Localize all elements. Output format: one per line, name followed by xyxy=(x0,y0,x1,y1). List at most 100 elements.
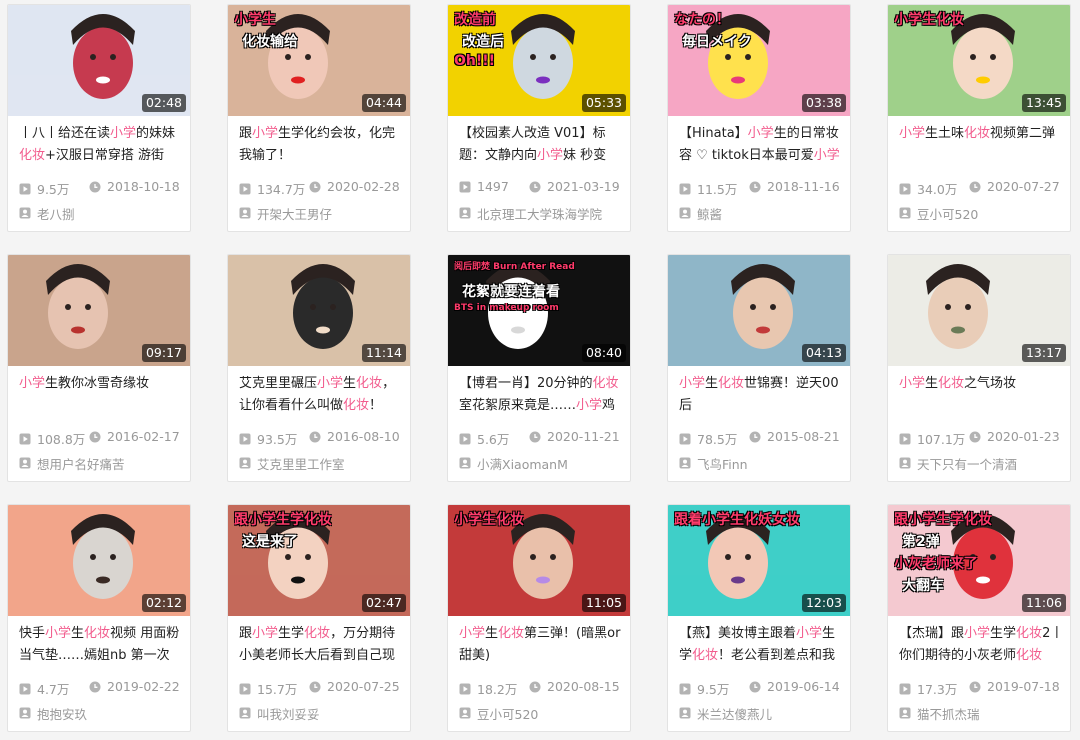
video-card[interactable]: 小学生化妆 13:45 小学生土味化妆视频第二弹 34.0万 2020-07-27 豆小可… xyxy=(887,4,1071,232)
video-title[interactable]: 小学生化妆第三弹！(暗黑or甜美) xyxy=(459,623,625,667)
play-count-value: 15.7万 xyxy=(257,682,298,697)
uploader[interactable]: 抱抱安玖 xyxy=(19,704,189,722)
video-thumbnail[interactable]: 小学生化妆 13:45 xyxy=(888,5,1070,116)
uploader-name[interactable]: 开架大王男仔 xyxy=(257,204,332,222)
video-thumbnail[interactable]: 13:17 xyxy=(888,255,1070,366)
thumbnail-caption: 第2弹 xyxy=(902,534,940,550)
video-thumbnail[interactable]: 改造前 改造后 Oh!!! 05:33 xyxy=(448,5,630,116)
video-card[interactable]: 11:14 艾克里里碾压小学生化妆，让你看看什么叫做化妆！ 93.5万 2016-08… xyxy=(227,254,411,482)
uploader-name[interactable]: 叫我刘妥妥 xyxy=(257,704,320,722)
title-text: 跟 xyxy=(239,626,253,641)
uploader-name[interactable]: 北京理工大学珠海学院 xyxy=(477,204,602,222)
uploader-name[interactable]: 鲸酱 xyxy=(697,204,722,222)
upload-date-value: 2018-10-18 xyxy=(107,179,180,194)
uploader[interactable]: 豆小可520 xyxy=(899,204,1069,222)
video-title[interactable]: 小学生土味化妆视频第二弹 xyxy=(899,123,1065,167)
video-thumbnail[interactable]: 02:48 xyxy=(8,5,190,116)
video-title[interactable]: 丨八丨给还在读小学的妹妹化妆+汉服日常穿搭 游街 xyxy=(19,123,185,167)
video-thumbnail[interactable]: 小学生 化妆输给 04:44 xyxy=(228,5,410,116)
uploader[interactable]: 叫我刘妥妥 xyxy=(239,704,409,722)
video-title[interactable]: 小学生教你冰雪奇缘妆 xyxy=(19,373,185,417)
uploader[interactable]: 老八捌 xyxy=(19,204,189,222)
uploader-name[interactable]: 小满XiaomanM xyxy=(477,454,568,472)
video-title[interactable]: 快手小学生化妆视频 用面粉当气垫……嫣姐nb 第一次 xyxy=(19,623,185,667)
video-card[interactable]: なたの！ 毎日メイク 03:38 【Hinata】小学生的日常妆容 ♡ tiktok日… xyxy=(667,4,851,232)
video-thumbnail[interactable]: 11:14 xyxy=(228,255,410,366)
upload-date-value: 2015-08-21 xyxy=(767,429,840,444)
uploader-name[interactable]: 豆小可520 xyxy=(917,204,978,222)
clock-icon xyxy=(969,681,981,693)
video-title[interactable]: 小学生化妆之气场妆 xyxy=(899,373,1065,417)
uploader-name[interactable]: 猫不抓杰瑞 xyxy=(917,704,980,722)
video-title[interactable]: 【校园素人改造 V01】标题：文静内向小学妹 秒变 xyxy=(459,123,625,167)
uploader-name[interactable]: 米兰达傻燕儿 xyxy=(697,704,772,722)
clock-icon xyxy=(749,681,761,693)
uploader[interactable]: 豆小可520 xyxy=(459,704,629,722)
uploader[interactable]: 飞鸟Finn xyxy=(679,454,849,472)
video-card[interactable]: 02:48 丨八丨给还在读小学的妹妹化妆+汉服日常穿搭 游街 9.5万 2018-10… xyxy=(7,4,191,232)
uploader-name[interactable]: 想用户名好痛苦 xyxy=(37,454,125,472)
uploader-name[interactable]: 抱抱安玖 xyxy=(37,704,87,722)
video-title[interactable]: 【燕】美妆博主跟着小学生学化妆！老公看到差点和我 xyxy=(679,623,845,667)
video-thumbnail[interactable]: 跟着小学生化妖女妆 12:03 xyxy=(668,505,850,616)
user-icon xyxy=(19,707,31,719)
upload-date: 2021-03-19 xyxy=(529,179,620,194)
video-card[interactable]: 小学生 化妆输给 04:44 跟小学生学化约会妆，化完我输了！ 134.7万 2020-0… xyxy=(227,4,411,232)
uploader[interactable]: 鲸酱 xyxy=(679,204,849,222)
uploader[interactable]: 天下只有一个清酒 xyxy=(899,454,1069,472)
video-title[interactable]: 【杰瑞】跟小学生学化妆2丨你们期待的小灰老师化妆 xyxy=(899,623,1065,667)
video-thumbnail[interactable]: 阅后即焚 Burn After Read 花絮就要连着看 BTS in makeup… xyxy=(448,255,630,366)
uploader-name[interactable]: 老八捌 xyxy=(37,204,75,222)
video-card[interactable]: 改造前 改造后 Oh!!! 05:33 【校园素人改造 V01】标题：文静内向小学妹 秒… xyxy=(447,4,631,232)
uploader[interactable]: 小满XiaomanM xyxy=(459,454,629,472)
video-card[interactable]: 跟小学生学化妆 这是来了 02:47 跟小学生学化妆，万分期待小美老师长大后看到自己现… xyxy=(227,504,411,732)
video-title[interactable]: 跟小学生学化妆，万分期待小美老师长大后看到自己现 xyxy=(239,623,405,667)
title-text: 艾克里里碾压 xyxy=(239,376,318,391)
video-thumbnail[interactable]: 04:13 xyxy=(668,255,850,366)
video-card[interactable]: 跟小学生学化妆 第2弹 小灰老师来了 大翻车 11:06 【杰瑞】跟小学生学化妆2丨你们期… xyxy=(887,504,1071,732)
uploader[interactable]: 米兰达傻燕儿 xyxy=(679,704,849,722)
keyword-highlight: 化妆 xyxy=(498,626,525,641)
title-text: ！老公看到差点和我 xyxy=(718,648,836,663)
uploader-name[interactable]: 飞鸟Finn xyxy=(697,454,748,472)
thumbnail-caption: 化妆输给 xyxy=(242,34,298,50)
video-card[interactable]: 04:13 小学生化妆世锦赛！逆天00后 78.5万 2015-08-21 飞鸟Finn xyxy=(667,254,851,482)
video-title[interactable]: 艾克里里碾压小学生化妆，让你看看什么叫做化妆！ xyxy=(239,373,405,417)
video-card[interactable]: 小学生化妆 11:05 小学生化妆第三弹！(暗黑or甜美) 18.2万 2020-08-… xyxy=(447,504,631,732)
upload-date-value: 2020-11-21 xyxy=(547,429,620,444)
uploader-name[interactable]: 艾克里里工作室 xyxy=(257,454,345,472)
keyword-highlight: 化妆 xyxy=(692,648,719,663)
uploader[interactable]: 艾克里里工作室 xyxy=(239,454,409,472)
thumbnail-caption: 花絮就要连着看 xyxy=(462,284,560,300)
title-text: 生土味 xyxy=(925,126,965,141)
video-card[interactable]: 阅后即焚 Burn After Read 花絮就要连着看 BTS in makeup… xyxy=(447,254,631,482)
uploader[interactable]: 北京理工大学珠海学院 xyxy=(459,204,629,222)
video-thumbnail[interactable]: なたの！ 毎日メイク 03:38 xyxy=(668,5,850,116)
video-title[interactable]: 【博君一肖】20分钟的化妆室花絮原来竟是……小学鸡 xyxy=(459,373,625,417)
uploader[interactable]: 猫不抓杰瑞 xyxy=(899,704,1069,722)
play-count-value: 107.1万 xyxy=(917,432,966,447)
video-thumbnail[interactable]: 09:17 xyxy=(8,255,190,366)
uploader[interactable]: 想用户名好痛苦 xyxy=(19,454,189,472)
uploader-name[interactable]: 豆小可520 xyxy=(477,704,538,722)
video-thumbnail[interactable]: 跟小学生学化妆 第2弹 小灰老师来了 大翻车 11:06 xyxy=(888,505,1070,616)
uploader-name[interactable]: 天下只有一个清酒 xyxy=(917,454,1017,472)
keyword-highlight: 小学 xyxy=(459,626,486,641)
video-thumbnail[interactable]: 小学生化妆 11:05 xyxy=(448,505,630,616)
keyword-highlight: 化妆 xyxy=(84,626,111,641)
title-text: 之气场妆 xyxy=(964,376,1017,391)
video-thumbnail[interactable]: 02:12 xyxy=(8,505,190,616)
video-title[interactable]: 跟小学生学化约会妆，化完我输了！ xyxy=(239,123,405,167)
video-card[interactable]: 09:17 小学生教你冰雪奇缘妆 108.8万 2016-02-17 想用户名好痛苦 xyxy=(7,254,191,482)
play-count: 1497 xyxy=(459,179,509,194)
uploader[interactable]: 开架大王男仔 xyxy=(239,204,409,222)
video-thumbnail[interactable]: 跟小学生学化妆 这是来了 02:47 xyxy=(228,505,410,616)
video-card[interactable]: 13:17 小学生化妆之气场妆 107.1万 2020-01-23 天下只有一个清酒 xyxy=(887,254,1071,482)
video-stats: 11.5万 2018-11-16 xyxy=(679,179,849,197)
clock-icon xyxy=(749,431,761,443)
video-title[interactable]: 【Hinata】小学生的日常妆容 ♡ tiktok日本最可爱小学 xyxy=(679,123,845,167)
upload-date-value: 2019-06-14 xyxy=(767,679,840,694)
video-card[interactable]: 跟着小学生化妖女妆 12:03 【燕】美妆博主跟着小学生学化妆！老公看到差点和我 9.… xyxy=(667,504,851,732)
video-card[interactable]: 02:12 快手小学生化妆视频 用面粉当气垫……嫣姐nb 第一次 4.7万 2019-… xyxy=(7,504,191,732)
video-title[interactable]: 小学生化妆世锦赛！逆天00后 xyxy=(679,373,845,417)
